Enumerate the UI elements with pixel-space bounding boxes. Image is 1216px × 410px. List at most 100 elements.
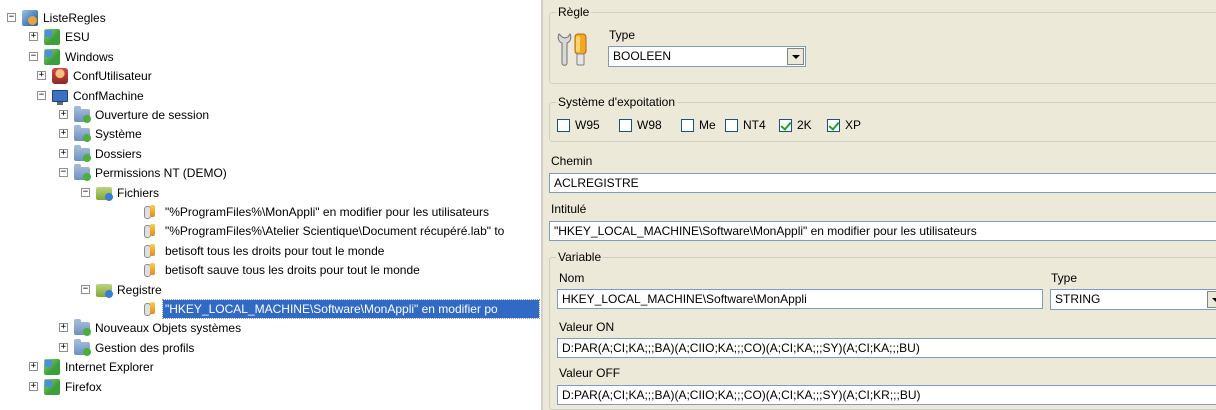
- os-checkbox[interactable]: [725, 119, 738, 132]
- expand-icon[interactable]: [29, 381, 38, 391]
- tree-node-label[interactable]: Fichiers: [115, 184, 161, 202]
- tree-node-label[interactable]: betisoft tous les droits pour tout le mo…: [163, 242, 386, 260]
- valeur-on-input[interactable]: D:PAR(A;CI;KA;;;BA)(A;CIIO;KA;;;CO)(A;CI…: [557, 338, 1216, 358]
- tree-node-label[interactable]: ESU: [63, 28, 92, 46]
- folder-icon: [74, 144, 91, 162]
- variable-type-value: STRING: [1055, 292, 1101, 306]
- tree-node[interactable]: Windows: [0, 48, 541, 66]
- tree-leaf-rule[interactable]: betisoft sauve tous les droits pour tout…: [0, 261, 541, 279]
- tree-node-label[interactable]: ListeRegles: [41, 9, 108, 27]
- tree-node[interactable]: ConfMachine: [0, 87, 541, 105]
- tree-node-label[interactable]: betisoft sauve tous les droits pour tout…: [163, 261, 422, 279]
- tree-node[interactable]: Firefox: [0, 378, 541, 396]
- tree-node-label[interactable]: Permissions NT (DEMO): [93, 164, 229, 182]
- valeur-off-label: Valeur OFF: [559, 366, 621, 380]
- collapse-icon[interactable]: [29, 51, 38, 61]
- expand-icon[interactable]: [59, 148, 68, 158]
- tree-node-label[interactable]: Gestion des profils: [93, 339, 196, 357]
- tree-leaf-rule[interactable]: "%ProgramFiles%\Atelier Scientique\Docum…: [0, 222, 541, 240]
- open-folder-icon: [96, 283, 113, 298]
- chevron-down-icon[interactable]: [1207, 291, 1216, 308]
- tree-node[interactable]: Internet Explorer: [0, 358, 541, 376]
- chevron-down-icon[interactable]: [787, 48, 804, 65]
- expand-icon[interactable]: [37, 71, 46, 81]
- variable-nom-label: Nom: [559, 271, 585, 285]
- expand-icon[interactable]: [59, 342, 68, 352]
- os-checkbox[interactable]: [557, 119, 570, 132]
- expand-icon[interactable]: [59, 323, 68, 333]
- tree-node-label[interactable]: Windows: [63, 48, 116, 66]
- tree-node[interactable]: Système: [0, 125, 541, 143]
- tree-node[interactable]: Gestion des profils: [0, 338, 541, 357]
- os-checkbox-label: NT4: [743, 118, 766, 132]
- os-checkbox-label: XP: [845, 118, 862, 132]
- splitter[interactable]: [541, 0, 543, 410]
- tree-node-label[interactable]: Dossiers: [93, 145, 144, 163]
- tree-node-label[interactable]: Registre: [115, 281, 164, 299]
- collapse-icon[interactable]: [37, 90, 46, 100]
- wrench-rule-icon: [555, 30, 589, 68]
- folder-icon: [74, 164, 91, 182]
- rules-tree-view[interactable]: ListeReglesESU WindowsConfUtilisateur Conf…: [0, 0, 541, 410]
- tree-node-label[interactable]: Firefox: [63, 378, 104, 396]
- os-icon: [44, 378, 60, 395]
- tree-node[interactable]: Nouveaux Objets systèmes: [0, 319, 541, 337]
- tree-node[interactable]: ConfUtilisateur: [0, 67, 541, 85]
- tree-node-label[interactable]: ConfMachine: [71, 87, 146, 105]
- tree-node-label[interactable]: Nouveaux Objets systèmes: [93, 319, 243, 337]
- os-checkbox-label: W98: [637, 118, 662, 132]
- regle-type-value: BOOLEEN: [613, 49, 672, 63]
- os-checkbox[interactable]: [619, 119, 632, 132]
- os-checkbox-label: W95: [575, 118, 600, 132]
- tree-node[interactable]: Fichiers: [0, 184, 541, 202]
- tree-node[interactable]: ListeRegles: [0, 9, 541, 27]
- folder-icon: [74, 106, 91, 123]
- valeur-off-input[interactable]: D:PAR(A;CI;KA;;;BA)(A;CIIO;KA;;;CO)(A;CI…: [557, 385, 1216, 405]
- rule-icon: [144, 205, 156, 219]
- os-checkbox[interactable]: [681, 119, 694, 132]
- os-checkbox[interactable]: [827, 119, 840, 132]
- rule-icon: [144, 224, 156, 239]
- collapse-icon[interactable]: [81, 187, 90, 197]
- tree-node-label[interactable]: Système: [93, 125, 144, 143]
- tree-leaf-rule[interactable]: "%ProgramFiles%\MonAppli" en modifier po…: [0, 203, 541, 221]
- expand-icon[interactable]: [29, 32, 38, 42]
- tree-node[interactable]: Permissions NT (DEMO): [0, 164, 541, 182]
- tree-node[interactable]: Dossiers: [0, 144, 541, 163]
- tree-node-label[interactable]: Internet Explorer: [63, 358, 156, 376]
- rule-editor-panel: Règle Type BOOLEEN Système d'expoitation…: [541, 0, 1216, 410]
- expand-icon[interactable]: [59, 110, 68, 119]
- variable-type-label: Type: [1051, 271, 1078, 285]
- chemin-input[interactable]: ACLREGISTRE: [549, 173, 1216, 193]
- os-checkbox-row: W95 W98 Me NT4 2K XP: [557, 118, 1157, 135]
- valeur-on-label: Valeur ON: [559, 320, 615, 334]
- tree-node-label[interactable]: ConfUtilisateur: [71, 67, 154, 85]
- os-checkbox[interactable]: [779, 119, 792, 132]
- tree-node[interactable]: Ouverture de session: [0, 106, 541, 124]
- tree-leaf-rule[interactable]: "HKEY_LOCAL_MACHINE\Software\MonAppli" e…: [0, 299, 541, 319]
- user-config-icon: [52, 68, 68, 85]
- variable-type-select[interactable]: STRING: [1050, 289, 1216, 310]
- intitule-input[interactable]: "HKEY_LOCAL_MACHINE\Software\MonAppli" e…: [549, 221, 1216, 241]
- tree-node-label[interactable]: "%ProgramFiles%\MonAppli" en modifier po…: [163, 203, 491, 221]
- collapse-icon[interactable]: [81, 284, 90, 294]
- tree-node-label[interactable]: "%ProgramFiles%\Atelier Scientique\Docum…: [163, 222, 506, 240]
- regle-type-select[interactable]: BOOLEEN: [608, 46, 806, 67]
- expand-icon[interactable]: [29, 362, 38, 372]
- folder-icon: [74, 338, 91, 356]
- regle-type-label: Type: [609, 28, 636, 42]
- root-icon: [22, 10, 38, 26]
- folder-icon: [74, 319, 91, 337]
- tree-leaf-rule[interactable]: betisoft tous les droits pour tout le mo…: [0, 242, 541, 260]
- variable-nom-input[interactable]: HKEY_LOCAL_MACHINE\Software\MonAppli: [557, 289, 1043, 309]
- tree-node-label[interactable]: "HKEY_LOCAL_MACHINE\Software\MonAppli" e…: [162, 299, 540, 319]
- os-icon: [44, 29, 60, 46]
- collapse-icon[interactable]: [59, 168, 68, 178]
- collapse-icon[interactable]: [7, 13, 16, 22]
- expand-icon[interactable]: [59, 129, 68, 139]
- tree-node[interactable]: Registre: [0, 281, 541, 299]
- tree-node[interactable]: ESU: [0, 28, 541, 46]
- open-folder-icon: [96, 186, 113, 201]
- rule-icon: [144, 243, 156, 258]
- tree-node-label[interactable]: Ouverture de session: [93, 106, 211, 124]
